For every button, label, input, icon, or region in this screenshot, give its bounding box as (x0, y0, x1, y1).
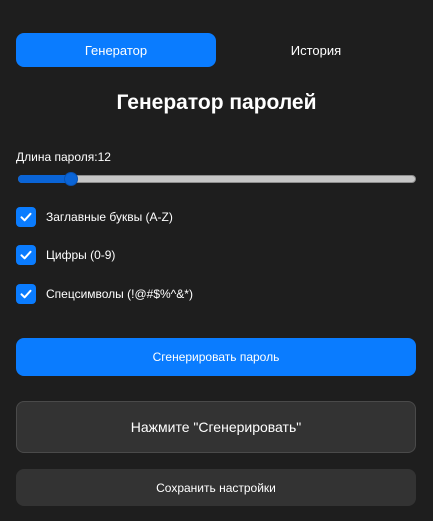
digits-label: Цифры (0-9) (46, 248, 116, 262)
password-output[interactable]: Нажмите "Сгенерировать" (16, 401, 416, 453)
uppercase-label: Заглавные буквы (A-Z) (46, 210, 173, 224)
password-length-value: 12 (97, 150, 111, 164)
generate-password-button[interactable]: Сгенерировать пароль (16, 338, 416, 376)
tab-history[interactable]: История (216, 33, 416, 67)
option-uppercase[interactable]: Заглавные буквы (A-Z) (16, 207, 173, 227)
check-icon (20, 289, 32, 299)
option-digits[interactable]: Цифры (0-9) (16, 245, 115, 265)
special-chars-label: Спецсимволы (!@#$%^&*) (46, 287, 193, 301)
option-special-chars[interactable]: Спецсимволы (!@#$%^&*) (16, 284, 193, 304)
uppercase-checkbox[interactable] (16, 207, 36, 227)
password-length-text: Длина пароля: (16, 150, 98, 164)
page-title: Генератор паролей (116, 91, 317, 114)
save-settings-button[interactable]: Сохранить настройки (16, 469, 416, 506)
digits-checkbox[interactable] (16, 245, 36, 265)
slider-thumb[interactable] (64, 172, 78, 186)
password-generator-app: Генератор История Генератор паролей Длин… (0, 0, 433, 521)
check-icon (20, 212, 32, 222)
check-icon (20, 250, 32, 260)
password-length-slider[interactable] (18, 172, 418, 186)
special-chars-checkbox[interactable] (16, 284, 36, 304)
tab-bar: Генератор История (16, 33, 416, 67)
password-length-label: Длина пароля:12 (16, 150, 111, 164)
tab-generator[interactable]: Генератор (16, 33, 216, 67)
